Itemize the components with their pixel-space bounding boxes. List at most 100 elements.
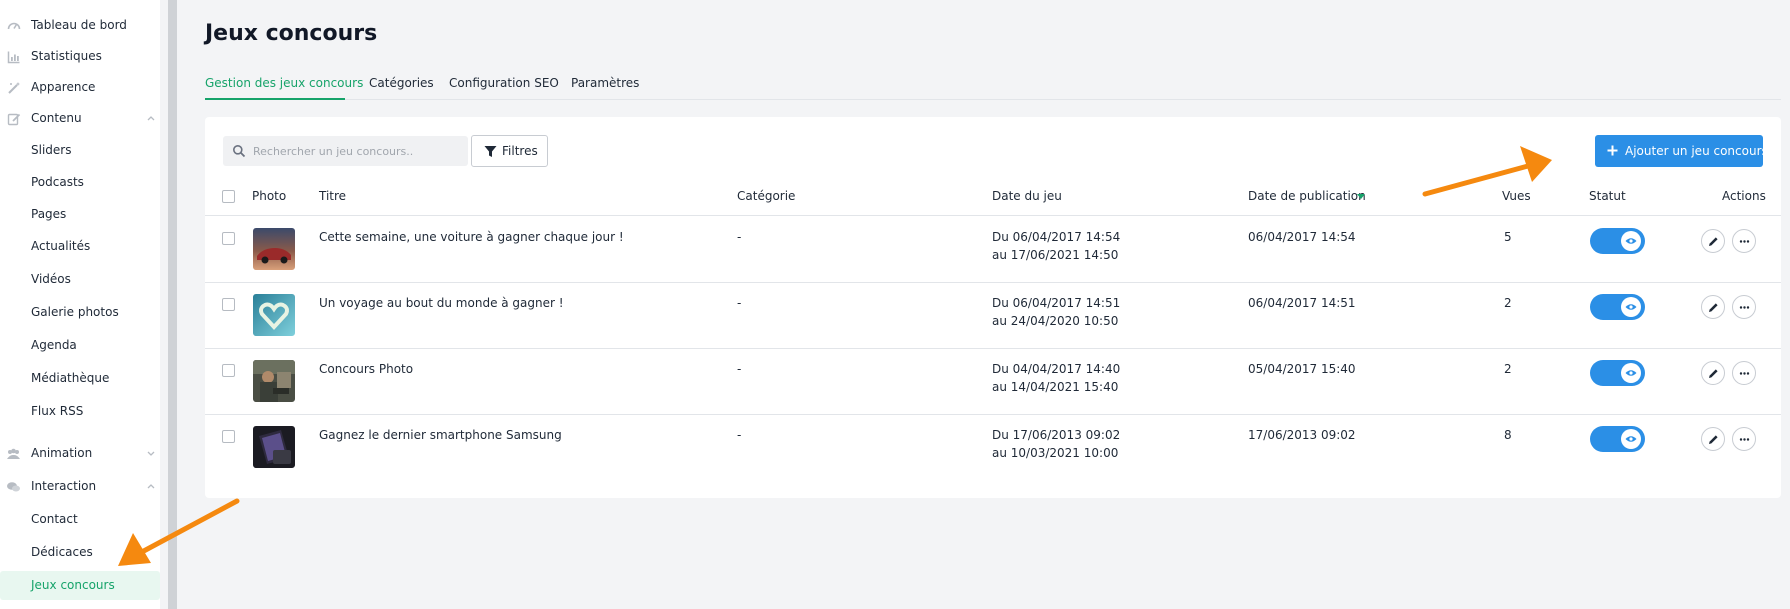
- column-header-publication-date[interactable]: Date de publication: [1248, 188, 1366, 204]
- row-checkbox[interactable]: [222, 298, 235, 311]
- status-toggle[interactable]: [1590, 228, 1645, 254]
- sidebar-item-mediatheque[interactable]: Médiathèque: [0, 364, 160, 393]
- contest-title[interactable]: Concours Photo: [319, 360, 413, 378]
- sidebar-item-podcasts[interactable]: Podcasts: [0, 168, 160, 197]
- add-contest-label: Ajouter un jeu concours: [1625, 144, 1768, 158]
- chat-icon: [6, 479, 21, 494]
- tab-configuration-seo[interactable]: Configuration SEO: [449, 74, 559, 92]
- sidebar-item-actualites[interactable]: Actualités: [0, 232, 160, 261]
- edit-button[interactable]: [1701, 295, 1725, 319]
- views-count: 5: [1504, 230, 1512, 244]
- contest-title[interactable]: Cette semaine, une voiture à gagner chaq…: [319, 228, 624, 246]
- contest-thumbnail[interactable]: [253, 294, 295, 336]
- chart-icon: [6, 49, 21, 64]
- select-all-checkbox[interactable]: [222, 190, 235, 203]
- table-row: Gagnez le dernier smartphone Samsung - D…: [205, 414, 1781, 480]
- row-checkbox[interactable]: [222, 232, 235, 245]
- users-icon: [6, 446, 21, 461]
- publication-date: 17/06/2013 09:02: [1248, 428, 1356, 442]
- sidebar-item-dedicaces[interactable]: Dédicaces: [0, 538, 160, 567]
- more-options-button[interactable]: [1732, 427, 1756, 451]
- filters-button[interactable]: Filtres: [471, 135, 548, 167]
- more-dots-icon: [1739, 437, 1749, 441]
- search-input[interactable]: [253, 136, 463, 166]
- sidebar-item-apparence[interactable]: Apparence: [0, 73, 160, 102]
- contests-card: Filtres Ajouter un jeu concours Photo Ti…: [205, 117, 1781, 498]
- sidebar-item-label: Sliders: [31, 143, 72, 157]
- contest-category: -: [737, 362, 742, 376]
- sidebar-item-tableau-de-bord[interactable]: Tableau de bord: [0, 11, 160, 40]
- more-dots-icon: [1739, 371, 1749, 375]
- sidebar-item-label: Médiathèque: [31, 371, 110, 385]
- sidebar-item-label: Pages: [31, 207, 67, 221]
- active-tab-indicator: [205, 98, 345, 100]
- sidebar-item-label: Dédicaces: [31, 545, 93, 559]
- page-title: Jeux concours: [205, 21, 378, 46]
- publication-date: 06/04/2017 14:54: [1248, 230, 1356, 244]
- sidebar-item-label: Animation: [31, 446, 93, 460]
- edit-button[interactable]: [1701, 229, 1725, 253]
- game-date-to: au 24/04/2020 10:50: [992, 314, 1119, 328]
- magic-wand-icon: [6, 80, 21, 95]
- sidebar-item-sliders[interactable]: Sliders: [0, 136, 160, 165]
- pencil-icon: [1708, 236, 1718, 246]
- row-checkbox[interactable]: [222, 430, 235, 443]
- sidebar-item-flux-rss[interactable]: Flux RSS: [0, 397, 160, 426]
- sidebar-item-pages[interactable]: Pages: [0, 200, 160, 229]
- status-toggle[interactable]: [1590, 360, 1645, 386]
- sidebar-item-videos[interactable]: Vidéos: [0, 265, 160, 294]
- sidebar-item-label: Tableau de bord: [31, 18, 127, 32]
- row-checkbox[interactable]: [222, 364, 235, 377]
- contest-category: -: [737, 428, 742, 442]
- sidebar-item-label: Podcasts: [31, 175, 84, 189]
- contest-thumbnail[interactable]: [253, 426, 295, 468]
- eye-icon: [1621, 297, 1641, 317]
- more-options-button[interactable]: [1732, 295, 1756, 319]
- more-options-button[interactable]: [1732, 361, 1756, 385]
- sidebar-item-statistiques[interactable]: Statistiques: [0, 42, 160, 71]
- tab-parametres[interactable]: Paramètres: [571, 74, 639, 92]
- sidebar-item-contenu[interactable]: Contenu: [0, 104, 160, 133]
- sidebar-scrollbar[interactable]: [168, 0, 177, 609]
- more-dots-icon: [1739, 305, 1749, 309]
- add-contest-button[interactable]: Ajouter un jeu concours: [1595, 135, 1768, 167]
- tab-gestion-jeux-concours[interactable]: Gestion des jeux concours: [205, 74, 363, 92]
- edit-button[interactable]: [1701, 427, 1725, 451]
- status-toggle[interactable]: [1590, 426, 1645, 452]
- edit-button[interactable]: [1701, 361, 1725, 385]
- game-date-to: au 17/06/2021 14:50: [992, 248, 1119, 262]
- sidebar-item-jeux-concours[interactable]: Jeux concours: [0, 571, 160, 600]
- tab-categories[interactable]: Catégories: [369, 74, 434, 92]
- eye-icon: [1621, 231, 1641, 251]
- sidebar-item-agenda[interactable]: Agenda: [0, 331, 160, 360]
- sidebar-item-label: Galerie photos: [31, 305, 119, 319]
- sidebar-item-contact[interactable]: Contact: [0, 505, 160, 534]
- game-date-from: Du 06/04/2017 14:51: [992, 296, 1121, 310]
- column-header-title[interactable]: Titre: [319, 188, 346, 204]
- sidebar-item-animation[interactable]: Animation: [0, 439, 160, 468]
- column-header-views[interactable]: Vues: [1502, 188, 1531, 204]
- game-date-from: Du 06/04/2017 14:54: [992, 230, 1121, 244]
- column-header-status: Statut: [1589, 189, 1626, 203]
- column-header-category[interactable]: Catégorie: [737, 188, 795, 204]
- sidebar-item-galerie-photos[interactable]: Galerie photos: [0, 298, 160, 327]
- status-toggle[interactable]: [1590, 294, 1645, 320]
- sidebar-item-interaction[interactable]: Interaction: [0, 472, 160, 501]
- contest-title[interactable]: Un voyage au bout du monde à gagner !: [319, 294, 564, 312]
- column-header-game-date[interactable]: Date du jeu: [992, 188, 1062, 204]
- search-icon: [233, 145, 246, 158]
- filters-label: Filtres: [502, 144, 538, 158]
- column-header-actions: Actions: [1722, 189, 1766, 203]
- contest-title[interactable]: Gagnez le dernier smartphone Samsung: [319, 426, 562, 444]
- edit-icon: [6, 111, 21, 126]
- more-options-button[interactable]: [1732, 229, 1756, 253]
- contest-thumbnail[interactable]: [253, 360, 295, 402]
- sidebar-item-label: Contact: [31, 512, 78, 526]
- pencil-icon: [1708, 302, 1718, 312]
- column-header-photo: Photo: [252, 189, 287, 203]
- contest-thumbnail[interactable]: [253, 228, 295, 270]
- sidebar-item-label: Contenu: [31, 111, 82, 125]
- sidebar: Tableau de bord Statistiques Apparence C…: [0, 0, 160, 609]
- chevron-up-icon: [147, 484, 155, 489]
- game-date-from: Du 04/04/2017 14:40: [992, 362, 1121, 376]
